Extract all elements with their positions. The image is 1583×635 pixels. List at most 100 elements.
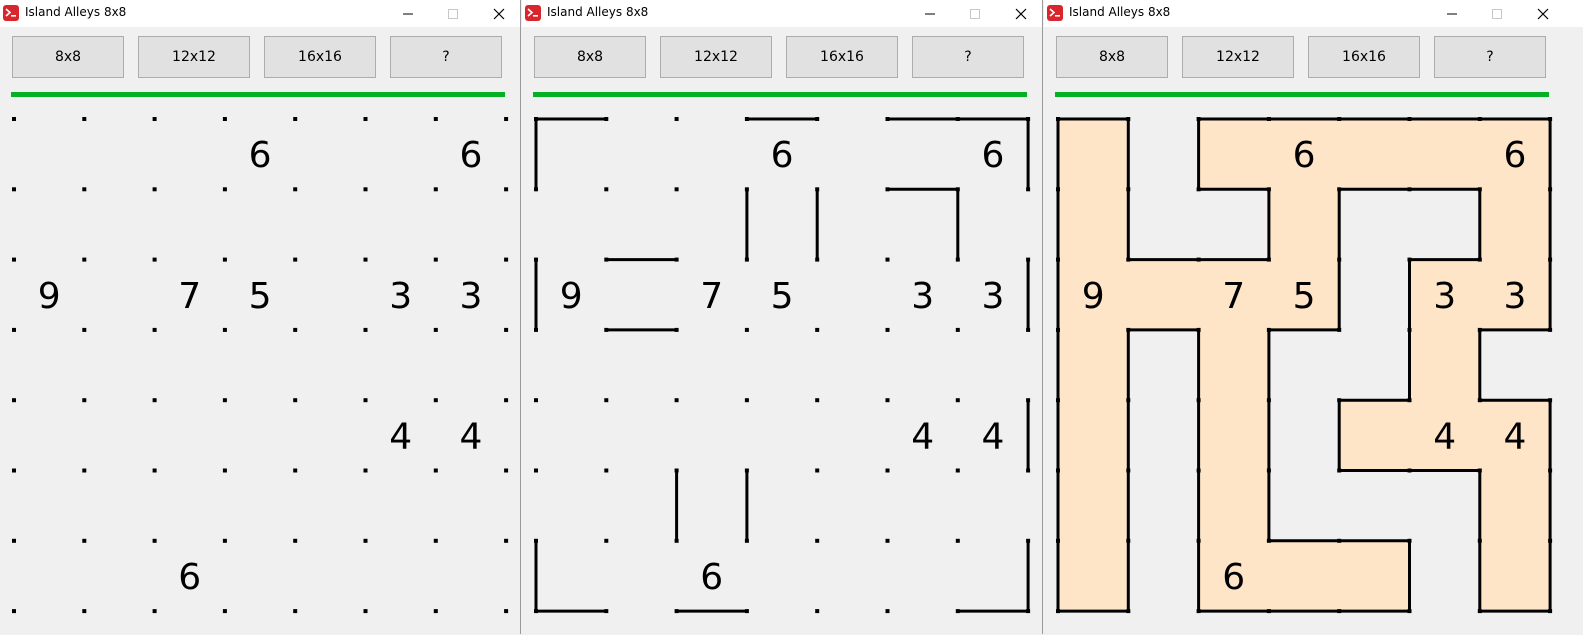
title-bar[interactable]: Island Alleys 8x8 xyxy=(0,0,520,27)
grid-dot xyxy=(12,468,16,473)
grid-dot xyxy=(815,327,820,332)
grid-dot xyxy=(604,609,609,614)
size-8x8-button[interactable]: 8x8 xyxy=(12,36,124,78)
minimize-button[interactable] xyxy=(907,0,953,27)
clue-number: 7 xyxy=(700,276,723,317)
grid-dot xyxy=(674,538,679,543)
grid-dot xyxy=(293,398,298,403)
help-button[interactable]: ? xyxy=(1434,36,1546,78)
close-button[interactable] xyxy=(998,0,1042,27)
grid-dot xyxy=(433,117,438,121)
size-16x16-button[interactable]: 16x16 xyxy=(786,36,898,78)
grid-dot xyxy=(12,398,16,403)
grid-dot xyxy=(1126,538,1131,543)
grid-dot xyxy=(1266,257,1271,262)
grid-dot xyxy=(433,398,438,403)
maximize-icon xyxy=(970,9,980,19)
grid-dot xyxy=(293,187,298,192)
grid-dot xyxy=(222,257,227,262)
clue-number: 6 xyxy=(1222,557,1245,598)
grid-dot xyxy=(12,538,16,543)
help-button[interactable]: ? xyxy=(390,36,502,78)
grid-dot xyxy=(293,257,298,262)
grid-dot xyxy=(1196,187,1201,192)
maximize-button[interactable] xyxy=(952,0,998,27)
grid-dot xyxy=(534,117,538,121)
grid-dot xyxy=(955,398,960,403)
puzzle-board[interactable]: 6 6 9 7 5 3 3 4 4 6 xyxy=(522,104,1043,624)
grid-dot xyxy=(815,398,820,403)
grid-dot xyxy=(152,398,157,403)
grid-dot xyxy=(955,468,960,473)
grid-dot xyxy=(744,117,749,121)
grid-dot xyxy=(82,538,87,543)
grid-dot xyxy=(1126,398,1131,403)
help-button[interactable]: ? xyxy=(912,36,1024,78)
size-12x12-button[interactable]: 12x12 xyxy=(660,36,772,78)
title-bar[interactable]: Island Alleys 8x8 xyxy=(1044,0,1583,27)
size-16x16-button[interactable]: 16x16 xyxy=(1308,36,1420,78)
size-16x16-button[interactable]: 16x16 xyxy=(264,36,376,78)
grid-dot xyxy=(504,187,509,192)
grid-dot xyxy=(222,398,227,403)
grid-dot xyxy=(222,327,227,332)
puzzle-board[interactable]: 6 6 9 7 5 3 3 4 4 6 xyxy=(0,104,521,624)
size-12x12-button[interactable]: 12x12 xyxy=(1182,36,1294,78)
grid-dot xyxy=(293,468,298,473)
clue-number: 5 xyxy=(1293,276,1316,317)
grid-dot xyxy=(363,538,368,543)
grid-dot xyxy=(674,327,679,332)
grid-dot xyxy=(363,117,368,121)
clue-number: 3 xyxy=(1433,276,1456,317)
title-bar[interactable]: Island Alleys 8x8 xyxy=(522,0,1042,27)
close-icon xyxy=(1015,8,1027,20)
island-cell xyxy=(1339,119,1411,190)
grid-dot xyxy=(1056,117,1060,121)
island-cell xyxy=(1198,470,1270,542)
grid-dot xyxy=(12,117,16,121)
grid-dot xyxy=(744,257,749,262)
grid-dot xyxy=(1477,117,1482,121)
size-12x12-button[interactable]: 12x12 xyxy=(138,36,250,78)
grid-dot xyxy=(152,327,157,332)
grid-dot xyxy=(363,468,368,473)
progress-bar xyxy=(11,92,505,97)
maximize-button[interactable] xyxy=(1474,0,1520,27)
app-icon xyxy=(525,5,541,21)
grid-dot xyxy=(1407,468,1412,473)
island-cell xyxy=(1268,189,1340,261)
grid-dot xyxy=(885,327,890,332)
grid-dot xyxy=(744,187,749,192)
grid-dot xyxy=(534,468,538,473)
grid-dot xyxy=(1337,609,1342,614)
size-8x8-button[interactable]: 8x8 xyxy=(1056,36,1168,78)
grid-dot xyxy=(504,327,509,332)
grid-dot xyxy=(12,257,16,262)
maximize-button[interactable] xyxy=(430,0,476,27)
grid-dot xyxy=(433,609,438,614)
grid-dot xyxy=(604,327,609,332)
grid-dot xyxy=(1026,538,1031,543)
grid-dot xyxy=(744,609,749,614)
grid-dot xyxy=(1056,398,1060,403)
grid-dot xyxy=(1477,398,1482,403)
grid-dot xyxy=(604,117,609,121)
grid-dot xyxy=(1337,327,1342,332)
puzzle-window-2: Island Alleys 8x8 8x8 12x12 16x16 ? 6 6 9 7… xyxy=(522,0,1043,634)
close-button[interactable] xyxy=(1520,0,1566,27)
grid-dot xyxy=(885,257,890,262)
minimize-button[interactable] xyxy=(1429,0,1475,27)
island-cell xyxy=(1409,119,1481,190)
grid-dot xyxy=(1026,187,1031,192)
minimize-icon xyxy=(925,13,935,15)
grid-dot xyxy=(222,538,227,543)
grid-dot xyxy=(744,468,749,473)
grid-dot xyxy=(1196,609,1201,614)
minimize-button[interactable] xyxy=(385,0,431,27)
puzzle-board[interactable]: 6 6 9 7 5 3 3 4 4 6 xyxy=(1044,104,1565,624)
grid-dot xyxy=(82,609,87,614)
grid-dot xyxy=(674,187,679,192)
maximize-icon xyxy=(1492,9,1502,19)
close-button[interactable] xyxy=(476,0,520,27)
size-8x8-button[interactable]: 8x8 xyxy=(534,36,646,78)
